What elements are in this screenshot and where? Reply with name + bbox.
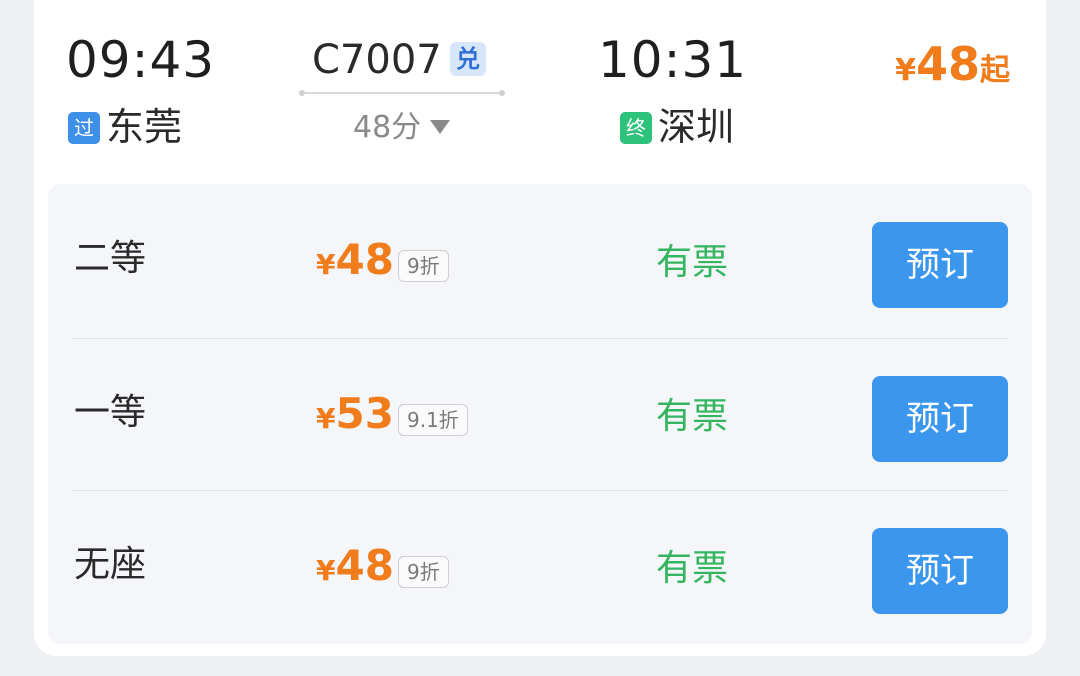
arrival-tag: 终 <box>620 112 652 144</box>
train-card[interactable]: 09:43 过 东莞 C7007 兑 48分 10:31 终 深圳 ¥48起 二… <box>34 0 1046 656</box>
seat-name: 一等 <box>74 392 147 433</box>
seat-price: ¥48 <box>316 540 394 601</box>
seat-price: ¥53 <box>316 388 394 449</box>
departure-station: 东莞 <box>106 105 183 149</box>
book-button[interactable]: 预订 <box>872 528 1008 614</box>
train-badge: 兑 <box>450 42 486 76</box>
availability: 有票 <box>656 548 729 589</box>
book-button[interactable]: 预订 <box>872 222 1008 308</box>
starting-price: ¥48起 <box>895 36 1010 103</box>
discount-badge: 9折 <box>398 250 449 282</box>
starting-price-currency: ¥ <box>895 53 916 88</box>
arrival-station: 深圳 <box>658 105 735 149</box>
starting-price-amount: 48 <box>915 37 980 91</box>
seat-list: 二等 ¥48 9折 有票 预订 一等 ¥53 9.1折 有票 预订 无座 ¥48… <box>48 184 1032 644</box>
seat-price-amount: 48 <box>335 541 394 590</box>
seat-price-amount: 48 <box>335 235 394 284</box>
seat-row-no-seat: 无座 ¥48 9折 有票 预订 <box>48 490 1032 640</box>
train-number[interactable]: C7007 <box>312 34 442 86</box>
seat-price-currency: ¥ <box>316 554 336 587</box>
seat-name: 无座 <box>74 544 147 585</box>
availability: 有票 <box>656 396 729 437</box>
availability: 有票 <box>656 242 729 283</box>
seat-name: 二等 <box>74 238 147 279</box>
route-line <box>299 90 505 96</box>
duration[interactable]: 48分 <box>353 108 421 148</box>
seat-price-currency: ¥ <box>316 402 336 435</box>
arrival-time: 10:31 <box>598 31 748 89</box>
book-button[interactable]: 预订 <box>872 376 1008 462</box>
triangle-down-icon[interactable] <box>430 120 450 134</box>
departure-time: 09:43 <box>66 31 216 89</box>
seat-row-second-class: 二等 ¥48 9折 有票 预订 <box>48 184 1032 334</box>
seat-row-first-class: 一等 ¥53 9.1折 有票 预订 <box>48 338 1032 488</box>
seat-price-currency: ¥ <box>316 248 336 281</box>
discount-badge: 9.1折 <box>398 404 468 436</box>
departure-tag: 过 <box>68 112 100 144</box>
discount-badge: 9折 <box>398 556 449 588</box>
seat-price-amount: 53 <box>335 389 394 438</box>
seat-price: ¥48 <box>316 234 394 295</box>
starting-price-suffix: 起 <box>980 53 1010 88</box>
